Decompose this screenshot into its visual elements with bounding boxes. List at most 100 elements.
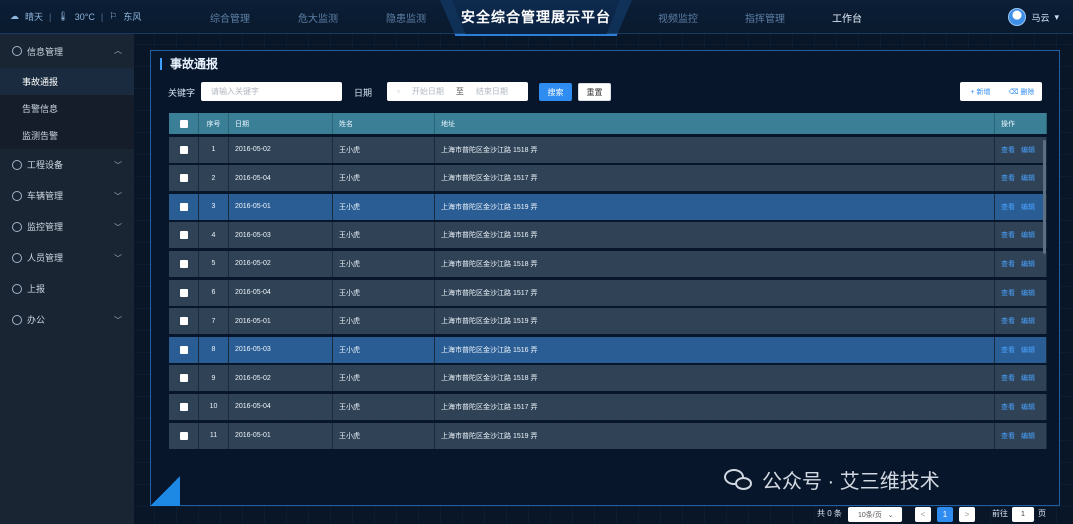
search-button[interactable]: 搜索 (539, 83, 572, 101)
row-index: 6 (199, 279, 229, 306)
view-link[interactable]: 查看 (1001, 316, 1015, 326)
table-row[interactable]: 3 2016-05-01 王小虎 上海市普陀区金沙江路 1519 弄查看 编辑 (169, 193, 1047, 220)
table-row[interactable]: 8 2016-05-03 王小虎 上海市普陀区金沙江路 1516 弄查看 编辑 (169, 336, 1047, 363)
view-link[interactable]: 查看 (1001, 431, 1015, 441)
row-checkbox-cell[interactable] (169, 308, 199, 335)
nav-item-danger-monitor[interactable]: 危大监测 (298, 10, 338, 25)
row-checkbox[interactable] (179, 317, 188, 326)
row-checkbox-cell[interactable] (169, 165, 199, 192)
page-title: 事故通报 (160, 58, 218, 70)
row-name: 王小虎 (333, 222, 435, 249)
table-scrollbar[interactable] (1043, 140, 1046, 254)
row-checkbox[interactable] (179, 145, 188, 154)
table-row[interactable]: 7 2016-05-01 王小虎 上海市普陀区金沙江路 1519 弄查看 编辑 (169, 308, 1047, 335)
table-row[interactable]: 9 2016-05-02 王小虎 上海市普陀区金沙江路 1518 弄查看 编辑 (169, 365, 1047, 392)
row-checkbox-cell[interactable] (169, 279, 199, 306)
edit-link[interactable]: 编辑 (1021, 259, 1035, 269)
edit-link[interactable]: 编辑 (1021, 431, 1035, 441)
edit-link[interactable]: 编辑 (1021, 402, 1035, 412)
row-checkbox[interactable] (179, 431, 188, 440)
row-checkbox-cell[interactable] (169, 336, 199, 363)
table-row[interactable]: 2 2016-05-04 王小虎 上海市普陀区金沙江路 1517 弄查看 编辑 (169, 165, 1047, 192)
chevron-down-icon: ﹀ (114, 161, 122, 170)
row-checkbox-cell[interactable] (169, 222, 199, 249)
nav-item-workbench[interactable]: 工作台 (832, 10, 862, 25)
row-checkbox-cell[interactable] (169, 250, 199, 277)
table-row[interactable]: 6 2016-05-04 王小虎 上海市普陀区金沙江路 1517 弄查看 编辑 (169, 279, 1047, 306)
sidebar-item-monitor-alarm[interactable]: 监测告警 (0, 122, 134, 149)
row-checkbox-cell[interactable] (169, 136, 199, 163)
page-1-button[interactable]: 1 (937, 507, 953, 522)
row-date: 2016-05-04 (229, 393, 333, 420)
table-row[interactable]: 10 2016-05-04 王小虎 上海市普陀区金沙江路 1517 弄查看 编辑 (169, 393, 1047, 420)
avatar[interactable] (1008, 8, 1027, 26)
prev-page-button[interactable]: < (915, 507, 931, 522)
add-button[interactable]: + 新增 (960, 87, 1001, 97)
date-separator: 至 (455, 87, 464, 96)
select-all-checkbox[interactable] (179, 119, 188, 128)
edit-link[interactable]: 编辑 (1021, 173, 1035, 183)
row-actions: 查看 编辑 (995, 308, 1047, 335)
user-menu[interactable]: 马云 ▾ (1008, 8, 1059, 26)
accident-table: 序号 日期 姓名 地址 操作 1 2016-05-02 王小虎 上海市普陀区金沙江路 … (169, 113, 1047, 449)
date-range-input[interactable]: ▫ 开始日期 至 结束日期 (387, 82, 528, 101)
nav-item-video[interactable]: 视频监控 (658, 10, 698, 25)
sidebar-group-info[interactable]: 信息管理 ︿ (0, 34, 134, 68)
row-checkbox-cell[interactable] (169, 193, 199, 220)
edit-link[interactable]: 编辑 (1021, 345, 1035, 355)
edit-link[interactable]: 编辑 (1021, 202, 1035, 212)
sidebar-item-alarm-info[interactable]: 告警信息 (0, 95, 134, 122)
row-checkbox-cell[interactable] (169, 393, 199, 420)
edit-link[interactable]: 编辑 (1021, 373, 1035, 383)
view-link[interactable]: 查看 (1001, 402, 1015, 412)
row-checkbox[interactable] (179, 402, 188, 411)
row-checkbox[interactable] (179, 288, 188, 297)
view-link[interactable]: 查看 (1001, 202, 1015, 212)
row-checkbox[interactable] (179, 345, 188, 354)
next-page-button[interactable]: > (959, 507, 975, 522)
sidebar-group-equipment[interactable]: 工程设备 ﹀ (0, 149, 134, 180)
sidebar-group-label: 信息管理 (27, 46, 64, 57)
view-link[interactable]: 查看 (1001, 288, 1015, 298)
nav-item-hazard-monitor[interactable]: 隐患监测 (386, 10, 426, 25)
page-size-select[interactable]: 10条/页 ⌄ (848, 507, 902, 522)
nav-item-command[interactable]: 指挥管理 (745, 10, 785, 25)
view-link[interactable]: 查看 (1001, 145, 1015, 155)
row-checkbox-cell[interactable] (169, 422, 199, 449)
view-link[interactable]: 查看 (1001, 373, 1015, 383)
row-index: 11 (199, 422, 229, 449)
sidebar-group-label: 车辆管理 (27, 191, 64, 201)
row-checkbox[interactable] (179, 174, 188, 183)
table-row[interactable]: 4 2016-05-03 王小虎 上海市普陀区金沙江路 1516 弄查看 编辑 (169, 222, 1047, 249)
sidebar-group-office[interactable]: 办公 ﹀ (0, 304, 134, 335)
row-checkbox[interactable] (179, 231, 188, 240)
edit-link[interactable]: 编辑 (1021, 230, 1035, 240)
nav-item-comprehensive[interactable]: 综合管理 (210, 10, 250, 25)
row-checkbox[interactable] (179, 259, 188, 268)
row-checkbox[interactable] (179, 202, 188, 211)
view-link[interactable]: 查看 (1001, 259, 1015, 269)
goto-page-input[interactable]: 1 (1012, 507, 1034, 522)
view-link[interactable]: 查看 (1001, 345, 1015, 355)
sidebar-item-accident-report[interactable]: 事故通报 (0, 68, 134, 95)
header-checkbox-cell[interactable] (169, 113, 199, 134)
row-checkbox[interactable] (179, 374, 188, 383)
table-row[interactable]: 5 2016-05-02 王小虎 上海市普陀区金沙江路 1518 弄查看 编辑 (169, 250, 1047, 277)
sidebar-group-report[interactable]: 上报 (0, 273, 134, 304)
sidebar-group-vehicle[interactable]: 车辆管理 ﹀ (0, 180, 134, 211)
edit-link[interactable]: 编辑 (1021, 288, 1035, 298)
edit-link[interactable]: 编辑 (1021, 145, 1035, 155)
reset-button[interactable]: 重置 (578, 83, 611, 101)
view-link[interactable]: 查看 (1001, 230, 1015, 240)
edit-link[interactable]: 编辑 (1021, 316, 1035, 326)
table-row[interactable]: 1 2016-05-02 王小虎 上海市普陀区金沙江路 1518 弄查看 编辑 (169, 136, 1047, 163)
delete-button[interactable]: ⌫ 删除 (1001, 87, 1042, 97)
row-name: 王小虎 (333, 365, 435, 392)
wechat-icon (724, 467, 754, 493)
view-link[interactable]: 查看 (1001, 173, 1015, 183)
row-checkbox-cell[interactable] (169, 365, 199, 392)
keyword-input[interactable]: 请输入关键字 (201, 82, 342, 101)
sidebar-group-monitor[interactable]: 监控管理 ﹀ (0, 211, 134, 242)
sidebar-group-personnel[interactable]: 人员管理 ﹀ (0, 242, 134, 273)
table-row[interactable]: 11 2016-05-01 王小虎 上海市普陀区金沙江路 1519 弄查看 编辑 (169, 422, 1047, 449)
